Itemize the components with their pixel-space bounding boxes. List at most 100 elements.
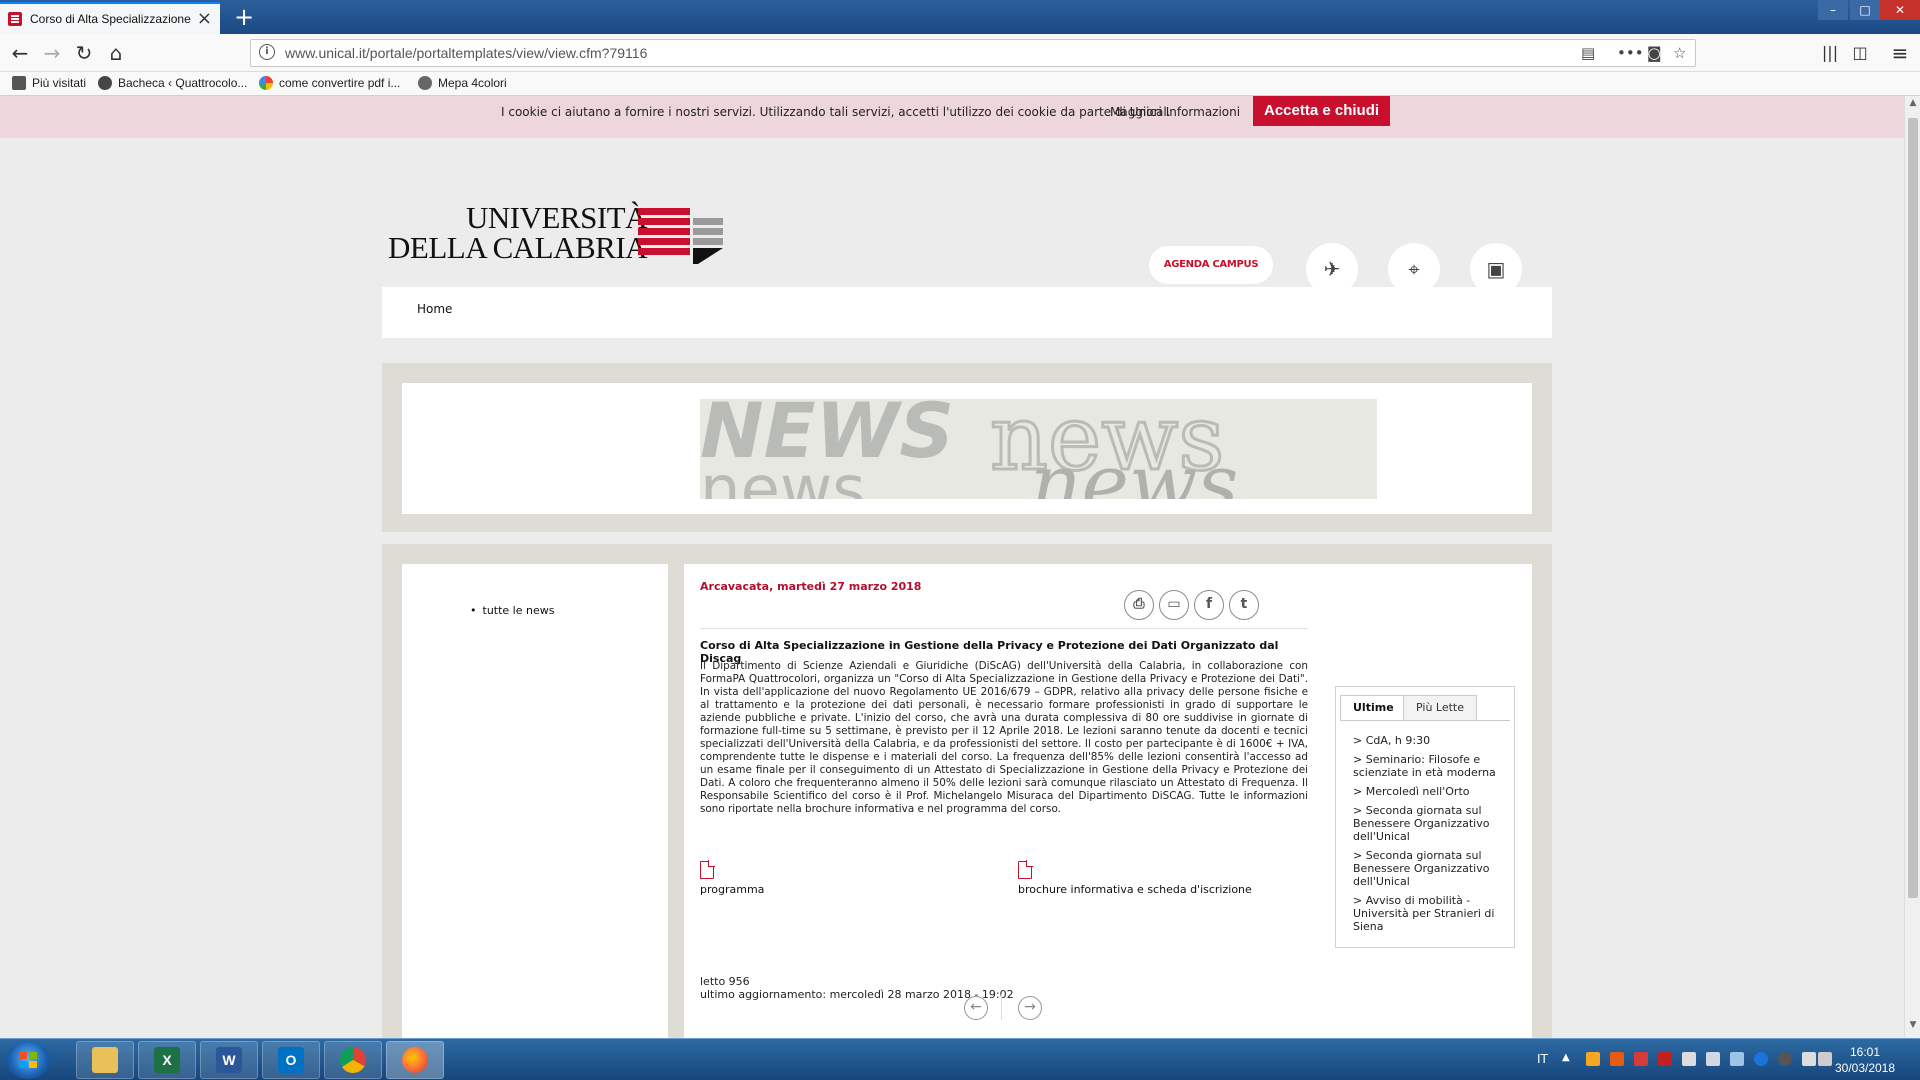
windows-taskbar: X W O IT ▲ 16:01 30/03/2018 [0,1038,1920,1080]
news-sidebar-box: Ultime Più Lette > CdA, h 9:30 > Seminar… [1335,686,1515,948]
tray-app-icon[interactable] [1754,1052,1768,1066]
list-item[interactable]: > Seconda giornata sul Benessere Organiz… [1353,804,1503,843]
list-item[interactable]: > Avviso di mobilità - Università per St… [1353,894,1503,933]
tab-title: Corso di Alta Specializzazione in [30,12,193,26]
article-date: Arcavacata, martedì 27 marzo 2018 [700,580,922,593]
maximize-window-button[interactable]: □ [1850,0,1880,20]
show-hidden-icons-icon[interactable]: ▲ [1562,1052,1576,1066]
pdf-icon[interactable]: ⎙ [1124,590,1154,620]
tab-piu-lette[interactable]: Più Lette [1403,695,1478,721]
unical-favicon-icon [8,12,22,26]
read-count: letto 956 [700,975,750,988]
attachment-brochure[interactable]: brochure informativa e scheda d'iscrizio… [1018,860,1252,896]
news-banner-frame: NEWS news news news [382,363,1552,532]
new-tab-button[interactable]: + [230,4,258,32]
globe-icon [418,76,432,90]
list-item[interactable]: > Seminario: Filosofe e scienziate in et… [1353,753,1503,779]
bookmark-convertire-pdf[interactable]: come convertire pdf i... [259,76,400,90]
google-icon [259,76,273,90]
agenda-campus-button[interactable]: AGENDA CAMPUS [1149,246,1273,284]
home-icon[interactable]: ⌂ [102,40,130,68]
chrome-icon [340,1047,366,1073]
system-clock[interactable]: 16:01 30/03/2018 [1832,1044,1898,1076]
back-arrow-icon[interactable]: ← [6,40,34,68]
attachment-label: programma [700,883,765,896]
forward-arrow-icon[interactable]: → [38,40,66,68]
pager-divider [1001,994,1002,1020]
bookmark-bacheca[interactable]: Bacheca ‹ Quattrocolo... [98,76,247,90]
clock-time: 16:01 [1849,1045,1881,1059]
cookie-text: I cookie ci aiutano a fornire i nostri s… [501,105,1171,119]
scroll-down-icon[interactable]: ▼ [1905,1020,1920,1036]
wordpress-icon [98,76,112,90]
print-icon[interactable]: ▭ [1159,590,1189,620]
attachment-programma[interactable]: programma [700,860,765,896]
bookmark-label: come convertire pdf i... [279,76,401,90]
clock-date: 30/03/2018 [1834,1061,1896,1075]
news-banner-panel: NEWS news news news [402,383,1532,514]
close-tab-icon[interactable]: × [197,10,212,28]
sidebar-toggle-icon[interactable]: ◫ [1846,40,1874,68]
document-icon [700,860,715,879]
list-item[interactable]: > CdA, h 9:30 [1353,734,1503,747]
taskbar-firefox[interactable] [386,1041,444,1079]
nav-home-link[interactable]: Home [417,302,452,316]
tabs-underline [1340,720,1510,721]
minimize-window-button[interactable]: – [1818,0,1848,20]
page-actions-icon[interactable]: ••• [1617,44,1644,62]
bookmark-label: Bacheca ‹ Quattrocolo... [118,76,248,90]
tray-app-icon[interactable] [1682,1052,1696,1066]
gear-icon [12,76,26,90]
bookmark-star-icon[interactable]: ☆ [1673,44,1686,62]
list-item[interactable]: > Seconda giornata sul Benessere Organiz… [1353,849,1503,888]
browser-tab-active[interactable]: Corso di Alta Specializzazione in × [0,2,220,34]
previous-article-arrow-icon[interactable]: ← [964,996,988,1020]
pocket-icon[interactable]: ◙ [1647,44,1662,62]
accept-cookies-button[interactable]: Accetta e chiudi [1253,96,1391,126]
tray-app-icon[interactable] [1658,1052,1672,1066]
network-icon[interactable] [1802,1052,1816,1066]
word-icon: W [216,1047,242,1073]
library-icon[interactable]: ||| [1816,40,1844,68]
bookmark-most-visited[interactable]: Più visitati [12,76,86,90]
cookie-banner: I cookie ci aiutano a fornire i nostri s… [0,96,1904,138]
scroll-up-icon[interactable]: ▲ [1905,98,1920,114]
facebook-icon[interactable]: f [1194,590,1224,620]
scroll-thumb[interactable] [1908,118,1918,898]
tab-ultime[interactable]: Ultime [1340,695,1407,721]
next-article-arrow-icon[interactable]: → [1018,996,1042,1020]
address-bar[interactable]: i www.unical.it/portale/portaltemplates/… [250,39,1696,67]
volume-icon[interactable] [1818,1052,1832,1066]
menu-hamburger-icon[interactable]: ≡ [1886,40,1914,68]
tray-app-icon[interactable] [1706,1052,1720,1066]
site-info-icon[interactable]: i [259,44,275,60]
firefox-icon [402,1047,428,1073]
tray-app-icon[interactable] [1586,1052,1600,1066]
taskbar-explorer[interactable] [76,1041,134,1079]
taskbar-excel[interactable]: X [138,1041,196,1079]
left-menu-all-news-link[interactable]: tutte le news [470,604,555,617]
tray-app-icon[interactable] [1730,1052,1744,1066]
list-item[interactable]: > Mercoledì nell'Orto [1353,785,1503,798]
reload-icon[interactable]: ↻ [70,40,98,68]
excel-icon: X [154,1047,180,1073]
sidebar-news-list: > CdA, h 9:30 > Seminario: Filosofe e sc… [1353,734,1503,939]
reader-view-icon[interactable]: ▤ [1581,44,1595,62]
page-scrollbar[interactable]: ▲ ▼ [1904,96,1920,1038]
start-button[interactable] [6,1041,50,1079]
document-icon [1018,860,1033,879]
tray-app-icon[interactable] [1610,1052,1624,1066]
language-indicator[interactable]: IT [1537,1052,1548,1066]
tray-app-icon[interactable] [1634,1052,1648,1066]
news-banner-image: NEWS news news news [700,399,1377,499]
cookie-more-info-link[interactable]: Maggiori Informazioni [1110,105,1240,119]
tray-app-icon[interactable] [1778,1052,1792,1066]
taskbar-outlook[interactable]: O [262,1041,320,1079]
bookmark-mepa[interactable]: Mepa 4colori [418,76,507,90]
close-window-button[interactable]: ✕ [1880,0,1920,20]
url-text[interactable]: www.unical.it/portale/portaltemplates/vi… [285,45,647,61]
twitter-icon[interactable]: t [1229,590,1259,620]
taskbar-word[interactable]: W [200,1041,258,1079]
attachment-label: brochure informativa e scheda d'iscrizio… [1018,883,1252,896]
taskbar-chrome[interactable] [324,1041,382,1079]
